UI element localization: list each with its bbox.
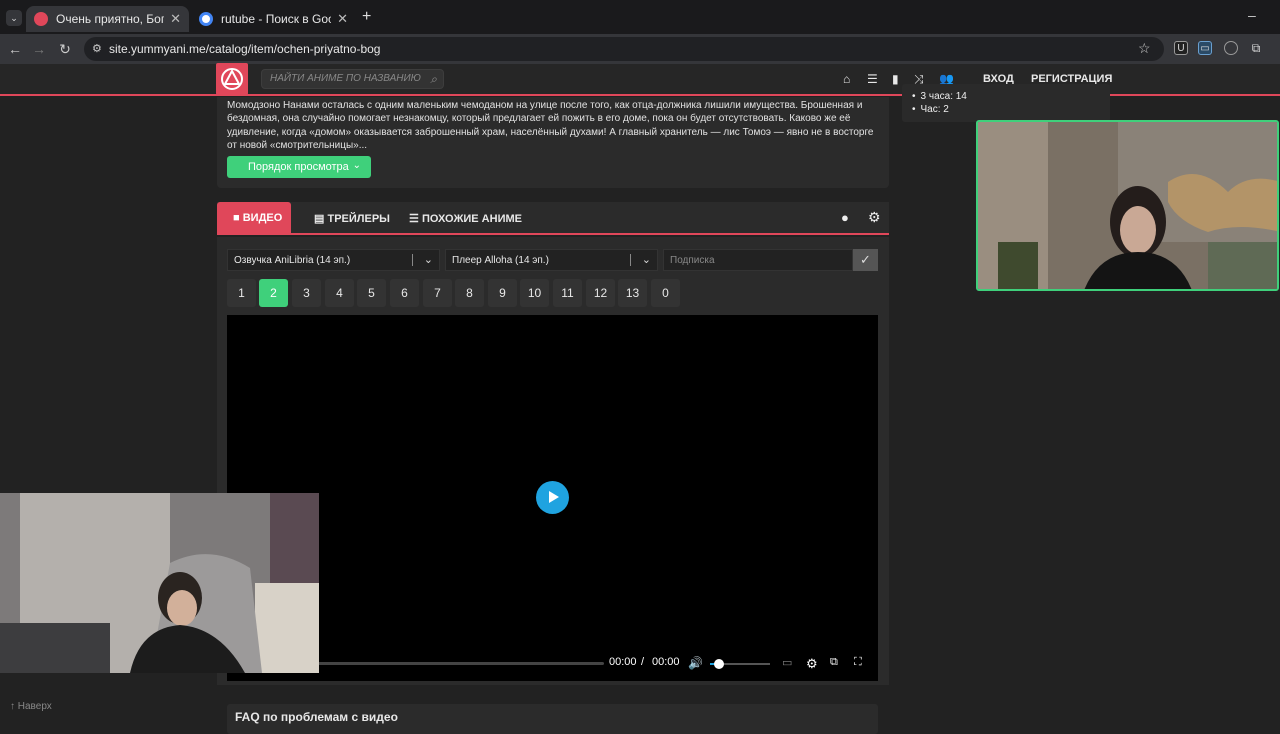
episode-button[interactable]: 0	[651, 279, 680, 307]
episode-button[interactable]: 6	[390, 279, 419, 307]
browser-toolbar: ← → ↻ ⚙ site.yummyani.me/catalog/item/oc…	[0, 34, 1280, 64]
episode-button-active[interactable]: 2	[259, 279, 288, 307]
site-settings-icon[interactable]: ⚙	[92, 42, 102, 55]
select-divider	[630, 254, 631, 266]
extension-icon[interactable]: ▭	[1198, 41, 1212, 55]
webcam-overlay-right	[976, 120, 1279, 291]
tab-video-label: ВИДЕО	[242, 212, 283, 224]
webcam-overlay-left	[0, 493, 319, 673]
tab-title: Очень приятно, Бог — смотреть	[56, 12, 165, 26]
episode-button[interactable]: 11	[553, 279, 582, 307]
tab-trailers[interactable]: ▤ ТРЕЙЛЕРЫ	[314, 202, 390, 233]
browser-tab-bar: ⌄ Очень приятно, Бог — смотреть ✕ rutube…	[0, 0, 1280, 34]
gear-icon[interactable]: ⚙	[868, 209, 881, 226]
anime-description-panel: Момодзоно Нанами осталась с одним малень…	[217, 97, 889, 188]
file-icon: ▤	[314, 213, 325, 225]
search-input[interactable]: НАЙТИ АНИМЕ ПО НАЗВАНИЮ ⌕	[261, 69, 444, 89]
watch-order-label: Порядок просмотра	[248, 161, 349, 173]
extension-icon[interactable]: U	[1174, 41, 1188, 55]
list-item: Час: 2	[912, 104, 949, 115]
tab-video[interactable]: ■ ВИДЕО	[217, 202, 291, 233]
dub-select-value: Озвучка AniLibria (14 эп.)	[234, 255, 351, 266]
anime-description: Момодзоно Нанами осталась с одним малень…	[227, 100, 874, 151]
player-select-value: Плеер Alloha (14 эп.)	[452, 255, 549, 266]
faq-title: FAQ по проблемам с видео	[235, 710, 398, 724]
close-tab-icon[interactable]: ✕	[337, 11, 348, 27]
subscribe-check-button[interactable]: ✓	[853, 249, 878, 271]
faq-panel[interactable]: FAQ по проблемам с видео	[227, 704, 878, 734]
video-player[interactable]: 00:00 / 00:00 🔊 ▭ ⚙ ⧉ ⛶	[227, 315, 878, 681]
reload-icon[interactable]: ↻	[56, 40, 74, 58]
webcam-image	[0, 493, 319, 673]
episode-button[interactable]: 13	[618, 279, 647, 307]
current-time: 00:00	[609, 656, 637, 668]
video-camera-icon: ■	[233, 212, 240, 224]
list-item: 3 часа: 14	[912, 91, 967, 102]
home-icon[interactable]: ⌂	[843, 72, 850, 86]
lightbulb-icon[interactable]: ●	[841, 210, 849, 225]
watch-order-button[interactable]: Порядок просмотра ⌄	[227, 156, 371, 178]
webcam-image	[978, 122, 1277, 289]
tab-title: rutube - Поиск в Google	[221, 12, 331, 26]
tab-similar[interactable]: ☰ ПОХОЖИЕ АНИМЕ	[409, 202, 522, 233]
search-icon[interactable]: ⌕	[430, 72, 437, 87]
logo-mark-icon	[221, 68, 243, 90]
catalog-list-icon[interactable]: ☰	[867, 72, 878, 86]
time-separator: /	[641, 656, 645, 668]
google-favicon-icon	[199, 12, 213, 26]
address-bar[interactable]: ⚙ site.yummyani.me/catalog/item/ochen-pr…	[84, 37, 1164, 61]
search-placeholder: НАЙТИ АНИМЕ ПО НАЗВАНИЮ	[270, 73, 421, 84]
list-icon: ☰	[409, 213, 419, 225]
tab-favicon-icon	[34, 12, 48, 26]
volume-knob[interactable]	[714, 659, 724, 669]
tab-inactive[interactable]: rutube - Поиск в Google ✕	[191, 6, 356, 32]
popout-icon[interactable]: ⧉	[830, 656, 838, 669]
fullscreen-icon[interactable]: ⛶	[854, 656, 862, 669]
back-to-top-link[interactable]: ↑ Наверх	[10, 701, 52, 712]
settings-gear-icon[interactable]: ⚙	[806, 656, 818, 672]
extension-icon[interactable]	[1224, 41, 1238, 55]
site-logo-icon[interactable]	[216, 63, 248, 95]
chevron-down-icon: ⌄	[352, 160, 361, 171]
episode-button[interactable]: 8	[455, 279, 484, 307]
chevron-down-icon: ⌄	[641, 254, 651, 266]
bookmark-star-icon[interactable]: ☆	[1138, 40, 1151, 57]
tab-similar-label: ПОХОЖИЕ АНИМЕ	[421, 213, 522, 225]
episode-button[interactable]: 4	[325, 279, 354, 307]
select-divider	[412, 254, 413, 266]
play-button[interactable]	[536, 481, 569, 514]
check-icon: ✓	[860, 252, 871, 267]
chevron-down-icon: ⌄	[423, 254, 433, 266]
tab-active[interactable]: Очень приятно, Бог — смотреть ✕	[26, 6, 189, 32]
progress-bar[interactable]	[317, 662, 604, 665]
subscription-placeholder: Подписка	[670, 255, 715, 266]
player-select[interactable]: Плеер Alloha (14 эп.) ⌄	[445, 249, 658, 271]
url-text: site.yummyani.me/catalog/item/ochen-priy…	[109, 42, 381, 56]
tab-trailers-label: ТРЕЙЛЕРЫ	[327, 213, 390, 225]
episode-button[interactable]: 5	[357, 279, 386, 307]
video-tabs-bar: ■ ВИДЕО ▤ ТРЕЙЛЕРЫ ☰ ПОХОЖИЕ АНИМЕ ● ⚙	[217, 202, 889, 235]
overlay-stats-list: 3 часа: 14 Час: 2	[902, 84, 1110, 122]
tab-list-button[interactable]: ⌄	[6, 10, 22, 26]
episode-button[interactable]: 7	[423, 279, 452, 307]
window-minimize-icon[interactable]: –	[1248, 7, 1256, 23]
volume-icon[interactable]: 🔊	[688, 656, 703, 670]
new-tab-button[interactable]: +	[362, 8, 371, 26]
episode-button[interactable]: 1	[227, 279, 256, 307]
subscription-input[interactable]: Подписка	[663, 249, 853, 271]
episode-button[interactable]: 12	[586, 279, 615, 307]
duration: 00:00	[652, 656, 680, 668]
dub-select[interactable]: Озвучка AniLibria (14 эп.) ⌄	[227, 249, 440, 271]
stats-bars-icon[interactable]: ▮	[892, 72, 899, 86]
extensions-puzzle-icon[interactable]: ⧉	[1249, 41, 1263, 55]
subtitles-icon[interactable]: ▭	[782, 656, 792, 669]
episode-button[interactable]: 9	[488, 279, 517, 307]
episode-button[interactable]: 10	[520, 279, 549, 307]
back-arrow-icon[interactable]: ←	[6, 40, 24, 58]
episode-button[interactable]: 3	[292, 279, 321, 307]
close-tab-icon[interactable]: ✕	[170, 11, 181, 27]
forward-arrow-icon[interactable]: →	[30, 40, 48, 58]
